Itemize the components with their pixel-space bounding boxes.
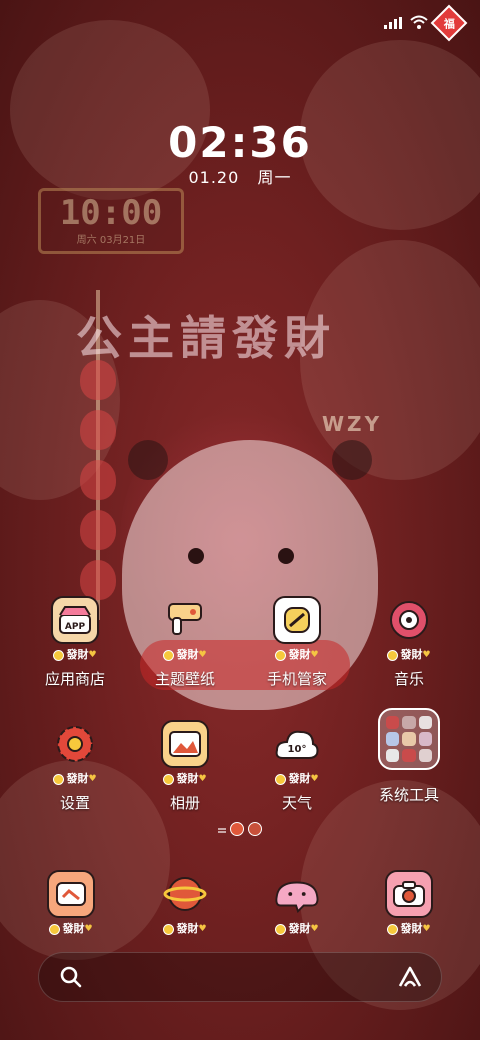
signal-icon [384,14,402,33]
status-bar: 福 [384,4,468,42]
fa-badge: 發財♥ [242,770,352,786]
search-icon[interactable] [59,965,83,993]
wallpaper-bear-eye [278,548,294,564]
gallery[interactable]: 發財♥ 相册 [130,720,240,813]
folder-icon [378,708,440,770]
wallpaper-stamp: 10:00 周六 03月21日 [38,188,184,254]
wallpaper-strawberry [80,510,116,550]
dock-app-3-icon [273,870,321,918]
clock-date: 01.20 [188,168,240,187]
dock-app-2[interactable]: 發財♥ [130,870,240,936]
fa-badge: 發財♥ [20,646,130,662]
theme-wallpaper[interactable]: 發財♥ 主题壁纸 [130,596,240,689]
wallpaper-bear-eye [188,548,204,564]
wallpaper-strawberry [80,460,116,500]
dock-app-2-icon [161,870,209,918]
wifi-icon [410,14,428,33]
dock-app-1-icon [47,870,95,918]
app-label: 音乐 [393,670,424,688]
weather[interactable]: 10° 發財♥ 天气 [242,720,352,813]
app-label: 设置 [59,794,90,812]
camera-icon [385,870,433,918]
app-store[interactable]: APP 發財♥ 应用商店 [20,596,130,689]
fa-badge: 發財♥ [130,646,240,662]
page-indicator-dot [248,822,262,836]
app-label: 系统工具 [378,786,439,804]
phone-manager[interactable]: 發財♥ 手机管家 [242,596,352,689]
wallpaper-stamp-date: 周六 03月21日 [76,235,146,246]
wallpaper-tag: WZY [322,412,383,436]
wallpaper-strawberry [80,410,116,450]
weather-temp: 10° [288,744,307,755]
app-store-icon: APP [51,596,99,644]
wallpaper-strawberry [80,560,116,600]
music-icon [385,596,433,644]
app-label: 应用商店 [44,670,105,688]
theme-wallpaper-icon [161,596,209,644]
search-bar[interactable] [38,952,442,1002]
clock-weekday: 周一 [257,168,292,187]
settings-icon [51,720,99,768]
fa-badge: 發財♥ [354,920,464,936]
clock-time: 02:36 [168,118,312,167]
gallery-icon [161,720,209,768]
page-indicator[interactable] [218,822,262,836]
fu-badge-text: 福 [443,17,455,30]
fa-badge: 發財♥ [242,646,352,662]
music[interactable]: 發財♥ 音乐 [354,596,464,689]
wallpaper-headline: 公主請發財 [76,311,336,365]
wallpaper-bear-ear [332,440,372,480]
fa-badge: 發財♥ [242,920,352,936]
wallpaper-bear-ear [128,440,168,480]
assistant-icon[interactable] [397,965,423,993]
page-indicator-dash [218,828,226,830]
fa-badge: 發財♥ [20,770,130,786]
clock-widget[interactable]: 02:36 01.20 周一 [0,118,480,187]
wallpaper-stamp-time: 10:00 [59,193,163,233]
weather-icon: 10° [273,720,321,768]
fu-badge-icon: 福 [430,4,468,42]
app-label: 主题壁纸 [154,670,215,688]
page-indicator-dot [230,822,244,836]
home-screen: 10:00 周六 03月21日 公主請發財 WZY 福 02:36 01.20 … [0,0,480,1040]
fa-badge: 發財♥ [16,920,126,936]
app-label: 手机管家 [266,670,327,688]
app-label: 天气 [281,794,312,812]
dock-app-1[interactable]: 發財♥ [16,870,126,936]
fa-badge: 發財♥ [130,920,240,936]
camera[interactable]: 發財♥ [354,870,464,936]
svg-text:APP: APP [65,622,86,632]
system-tools-folder[interactable]: 系统工具 [354,708,464,805]
clock-date-row: 01.20 周一 [0,164,480,188]
app-label: 相册 [169,794,200,812]
fa-badge: 發財♥ [130,770,240,786]
dock-app-3[interactable]: 發財♥ [242,870,352,936]
phone-manager-icon [273,596,321,644]
settings[interactable]: 發財♥ 设置 [20,720,130,813]
fa-badge: 發財♥ [354,646,464,662]
